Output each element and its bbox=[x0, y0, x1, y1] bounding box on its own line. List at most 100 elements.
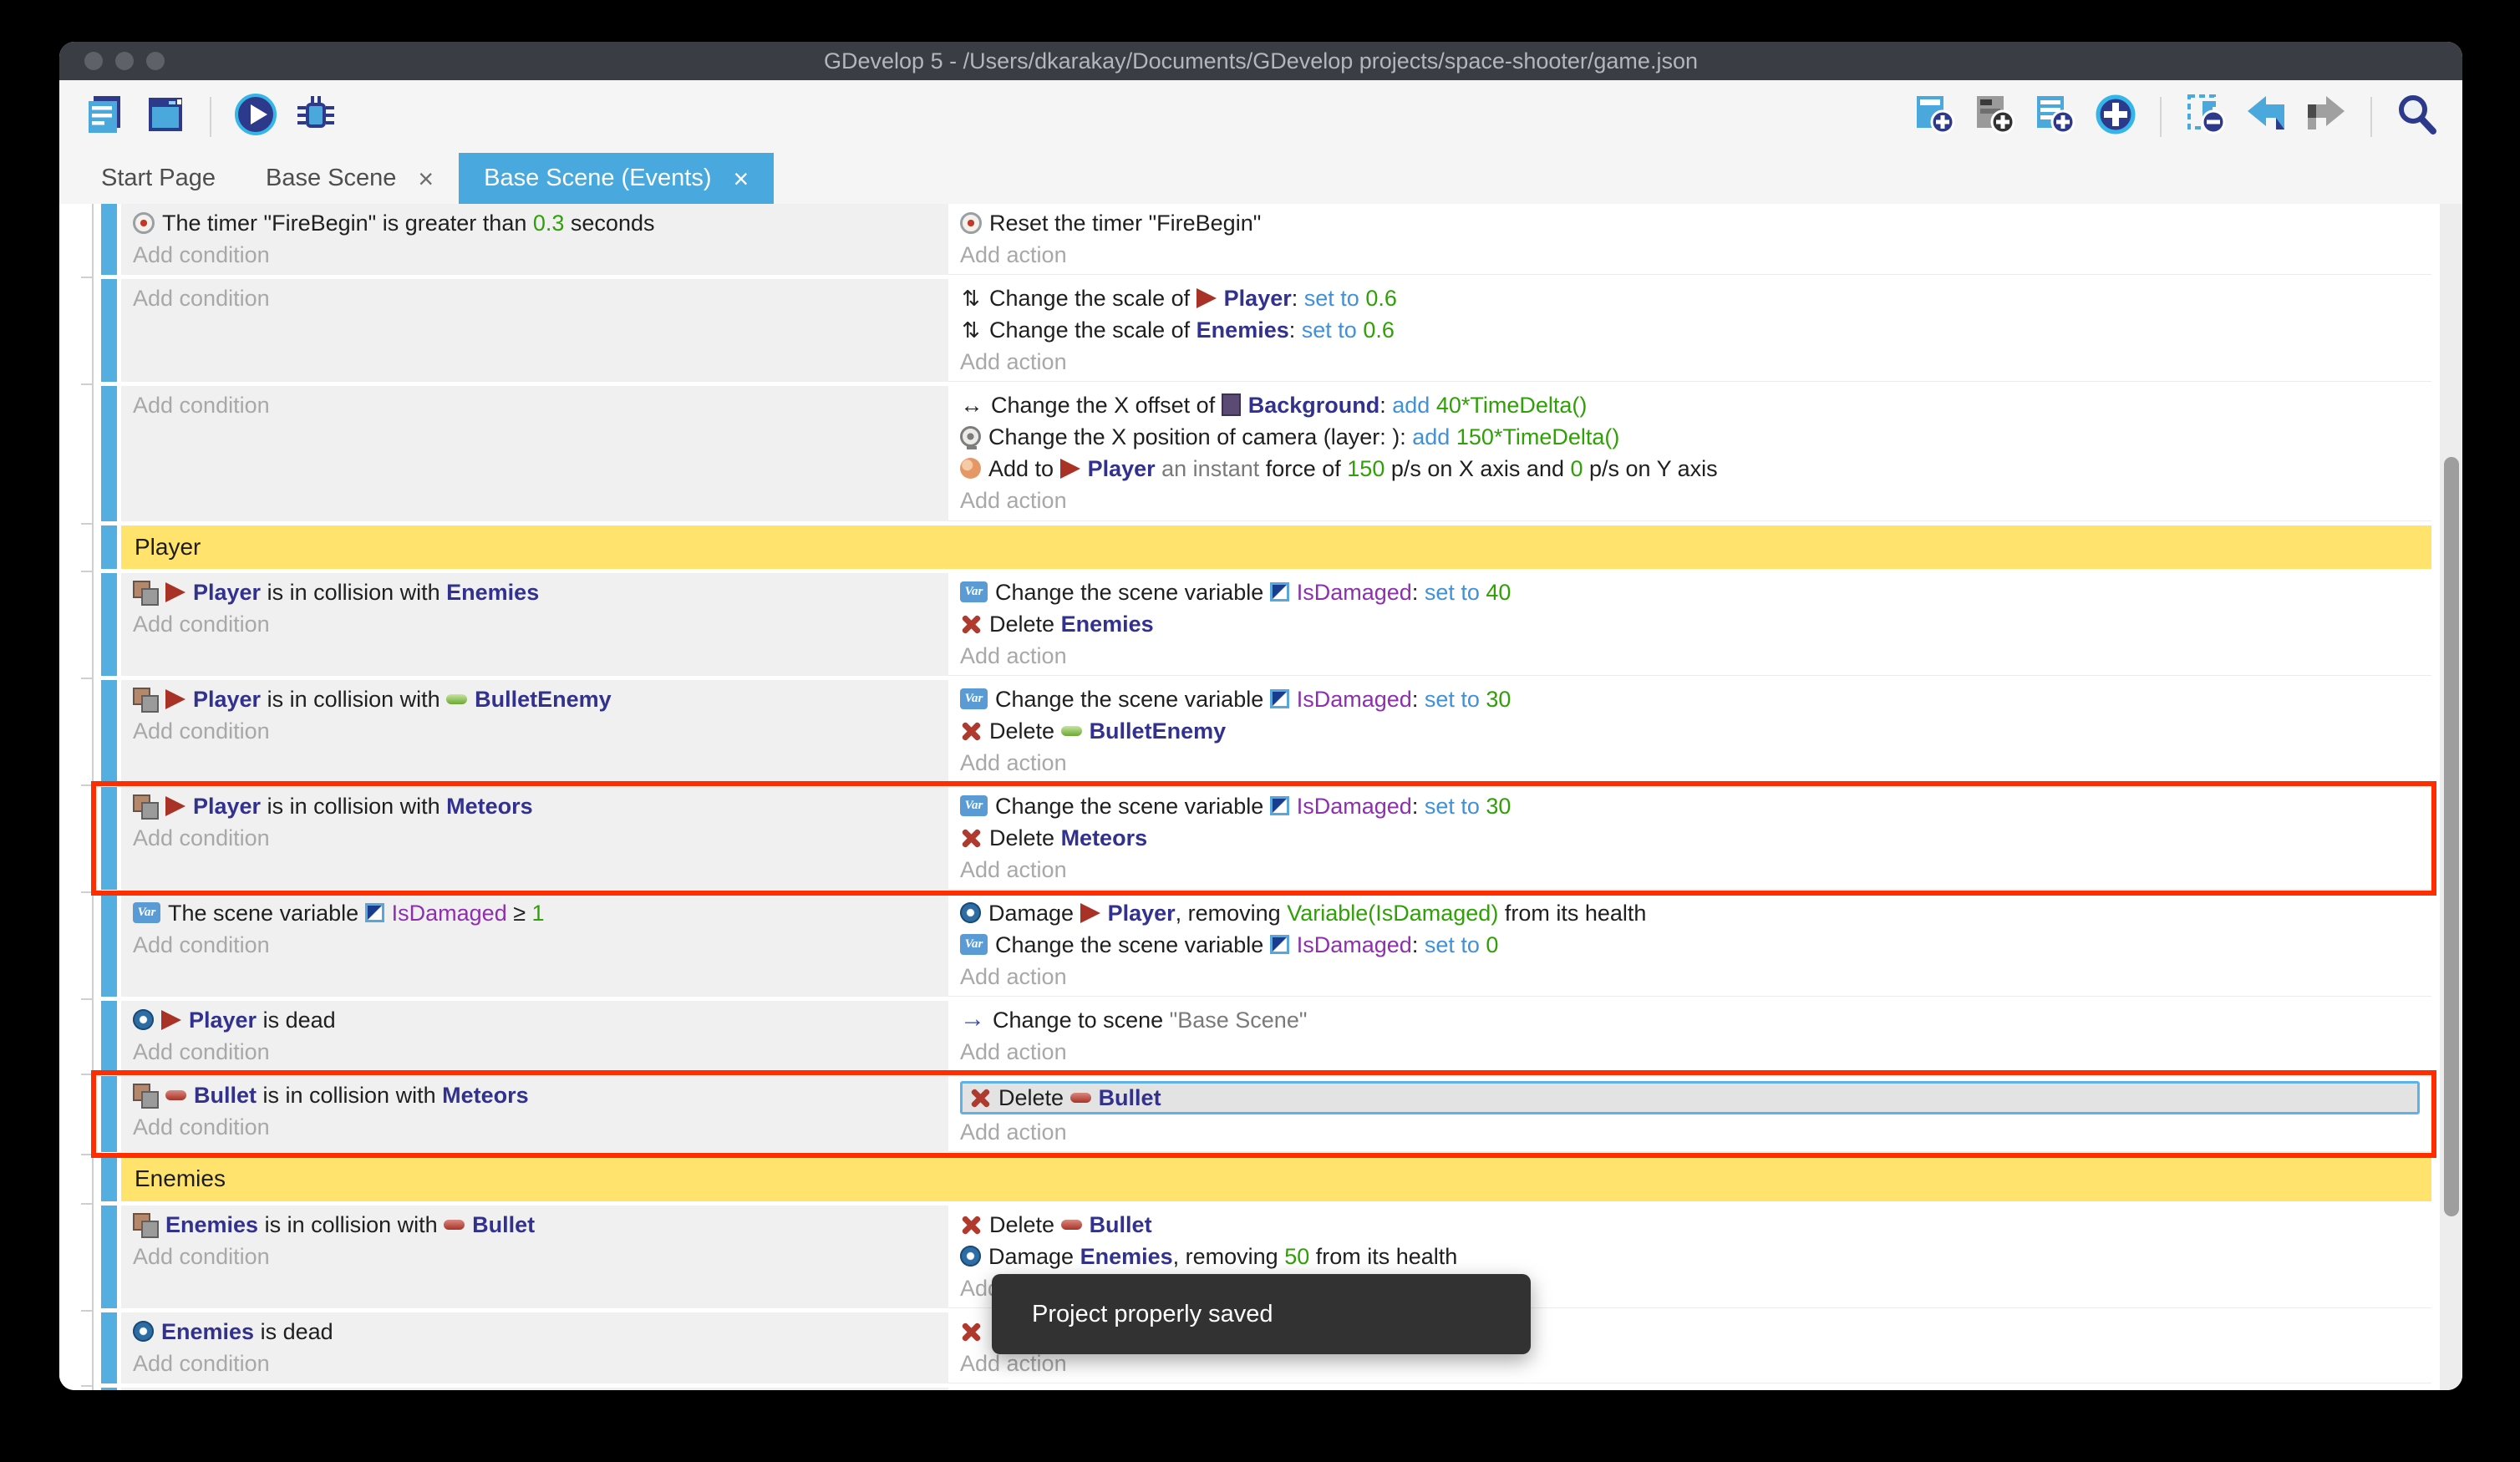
event-drag-handle[interactable] bbox=[101, 1076, 117, 1152]
delete-selected-button[interactable] bbox=[2180, 91, 2232, 143]
event-group-header[interactable]: Player bbox=[101, 525, 2431, 569]
action-instruction[interactable]: ⇅Change the scale of Player: set to 0.6 bbox=[960, 282, 2420, 314]
action-instruction[interactable]: VarChange the scene variable IsDamaged: … bbox=[960, 683, 2420, 715]
condition-instruction[interactable]: The timer "FireBegin" is greater than 0.… bbox=[133, 207, 937, 239]
action-instruction[interactable]: VarChange the scene variable IsDamaged: … bbox=[960, 929, 2420, 961]
add-new-icon bbox=[2094, 93, 2137, 140]
action-instruction[interactable]: Delete Enemies bbox=[960, 608, 2420, 640]
delete-icon bbox=[960, 1214, 982, 1236]
add-condition-button[interactable]: Add condition bbox=[133, 239, 937, 271]
condition-instruction[interactable]: Enemies is dead bbox=[133, 1316, 937, 1348]
add-action-button[interactable]: Add action bbox=[960, 346, 2420, 378]
tab-start-page[interactable]: Start Page bbox=[76, 153, 241, 204]
action-instruction[interactable]: VarChange the scene variable IsDamaged: … bbox=[960, 576, 2420, 608]
event-drag-handle[interactable] bbox=[101, 894, 117, 997]
close-icon[interactable]: × bbox=[418, 165, 434, 192]
event-drag-handle[interactable] bbox=[101, 1312, 117, 1383]
action-instruction[interactable]: Reset the timer "FireBegin" bbox=[960, 207, 2420, 239]
undo-button[interactable] bbox=[2240, 91, 2292, 143]
action-instruction[interactable]: →Change to scene "Base Scene" bbox=[960, 1004, 2420, 1036]
event-drag-handle[interactable] bbox=[101, 525, 117, 569]
add-condition-button[interactable]: Add condition bbox=[133, 822, 937, 854]
add-action-button[interactable]: Add action bbox=[960, 1116, 2420, 1148]
add-action-button[interactable]: Add action bbox=[960, 485, 2420, 516]
scrollbar-thumb[interactable] bbox=[2444, 457, 2459, 1216]
add-condition-button[interactable]: Add condition bbox=[133, 389, 937, 421]
add-condition-button[interactable]: Add condition bbox=[133, 929, 937, 961]
project-manager-button[interactable] bbox=[79, 91, 131, 143]
event-drag-handle[interactable] bbox=[101, 1388, 117, 1390]
add-condition-button[interactable]: Add condition bbox=[133, 715, 937, 747]
event-drag-handle[interactable] bbox=[101, 1001, 117, 1072]
action-instruction[interactable]: Delete BulletEnemy bbox=[960, 715, 2420, 747]
event-drag-handle[interactable] bbox=[101, 787, 117, 890]
instruction-text: Delete bbox=[989, 1212, 1061, 1237]
event-drag-handle[interactable] bbox=[101, 1206, 117, 1308]
event-drag-handle[interactable] bbox=[101, 680, 117, 783]
action-instruction[interactable]: Delete Meteors bbox=[960, 822, 2420, 854]
add-condition-button[interactable]: Add condition bbox=[133, 608, 937, 640]
actions-cell: ↔Change the X offset of Background: add … bbox=[948, 386, 2431, 521]
event-drag-handle[interactable] bbox=[101, 204, 117, 275]
instruction-text: : bbox=[1412, 580, 1425, 605]
add-comment-button[interactable] bbox=[1969, 91, 2021, 143]
condition-instruction[interactable]: Enemies is in collision with Bullet bbox=[133, 1209, 937, 1241]
instruction-text: IsDamaged bbox=[392, 901, 507, 926]
add-action-button[interactable]: Add action bbox=[960, 961, 2420, 992]
event-drag-handle[interactable] bbox=[101, 386, 117, 521]
condition-instruction[interactable]: Player is dead bbox=[133, 1004, 937, 1036]
instruction-text: IsDamaged bbox=[1297, 687, 1412, 712]
collision-icon bbox=[133, 581, 158, 604]
scene-editor-button[interactable] bbox=[140, 91, 191, 143]
search-button[interactable] bbox=[2390, 91, 2442, 143]
add-condition-button[interactable]: Add condition bbox=[133, 1348, 937, 1379]
event-group-header[interactable]: Enemies bbox=[101, 1156, 2431, 1201]
add-condition-button[interactable]: Add condition bbox=[133, 282, 937, 314]
action-instruction[interactable]: Change the X position of camera (layer: … bbox=[960, 421, 2420, 453]
add-event-icon bbox=[1913, 93, 1957, 140]
debug-button[interactable] bbox=[290, 91, 342, 143]
action-instruction[interactable]: Delete Bullet bbox=[960, 1081, 2420, 1114]
condition-instruction[interactable]: Player is in collision with BulletEnemy bbox=[133, 683, 937, 715]
event-drag-handle[interactable] bbox=[101, 1156, 117, 1201]
zoom-window-button[interactable] bbox=[146, 52, 165, 70]
toolbar-right-group bbox=[1909, 91, 2442, 143]
minimize-window-button[interactable] bbox=[115, 52, 134, 70]
play-button[interactable] bbox=[230, 91, 282, 143]
add-event-button[interactable] bbox=[1909, 91, 1961, 143]
add-subevent-button[interactable] bbox=[2030, 91, 2081, 143]
add-action-button[interactable]: Add action bbox=[960, 1036, 2420, 1068]
event-drag-handle[interactable] bbox=[101, 279, 117, 382]
redo-button[interactable] bbox=[2300, 91, 2352, 143]
close-icon[interactable]: × bbox=[734, 165, 749, 192]
vertical-scrollbar[interactable] bbox=[2440, 204, 2462, 1390]
action-instruction[interactable]: ↔Change the X offset of Background: add … bbox=[960, 389, 2420, 421]
add-condition-button[interactable]: Add condition bbox=[133, 1036, 937, 1068]
add-action-button[interactable]: Add action bbox=[960, 239, 2420, 271]
add-action-button[interactable]: Add action bbox=[960, 854, 2420, 886]
scene-arrow-icon: → bbox=[960, 1008, 985, 1032]
close-window-button[interactable] bbox=[84, 52, 103, 70]
condition-instruction[interactable]: VarThe scene variable IsDamaged ≥ 1 bbox=[133, 897, 937, 929]
add-action-button[interactable]: Add action bbox=[960, 747, 2420, 779]
tab-base-scene[interactable]: Base Scene× bbox=[241, 153, 459, 204]
camera-icon bbox=[960, 426, 981, 447]
action-instruction[interactable]: ⇅Change the scale of Enemies: set to 0.6 bbox=[960, 314, 2420, 346]
condition-instruction[interactable]: Player is in collision with Enemies bbox=[133, 576, 937, 608]
add-condition-button[interactable]: Add condition bbox=[133, 1241, 937, 1272]
action-instruction[interactable]: Delete Bullet bbox=[960, 1209, 2420, 1241]
action-instruction[interactable]: VarChange the scene variable IsDamaged: … bbox=[960, 790, 2420, 822]
add-new-button[interactable] bbox=[2090, 91, 2141, 143]
action-instruction[interactable]: Damage Player, removing Variable(IsDamag… bbox=[960, 897, 2420, 929]
add-condition-button[interactable]: Add condition bbox=[133, 1111, 937, 1143]
instruction-text: Player bbox=[193, 580, 261, 605]
bullet-red-icon bbox=[444, 1220, 465, 1230]
condition-instruction[interactable]: Player is in collision with Meteors bbox=[133, 790, 937, 822]
action-instruction[interactable]: Damage Enemies, removing 50 from its hea… bbox=[960, 1241, 2420, 1272]
add-action-button[interactable]: Add action bbox=[960, 640, 2420, 672]
condition-instruction[interactable]: Bullet is in collision with Meteors bbox=[133, 1079, 937, 1111]
action-instruction[interactable]: Add to Player an instant force of 150 p/… bbox=[960, 453, 2420, 485]
event-drag-handle[interactable] bbox=[101, 573, 117, 676]
tab-base-scene-events[interactable]: Base Scene (Events)× bbox=[459, 153, 774, 204]
instruction-text: : bbox=[1292, 286, 1304, 311]
